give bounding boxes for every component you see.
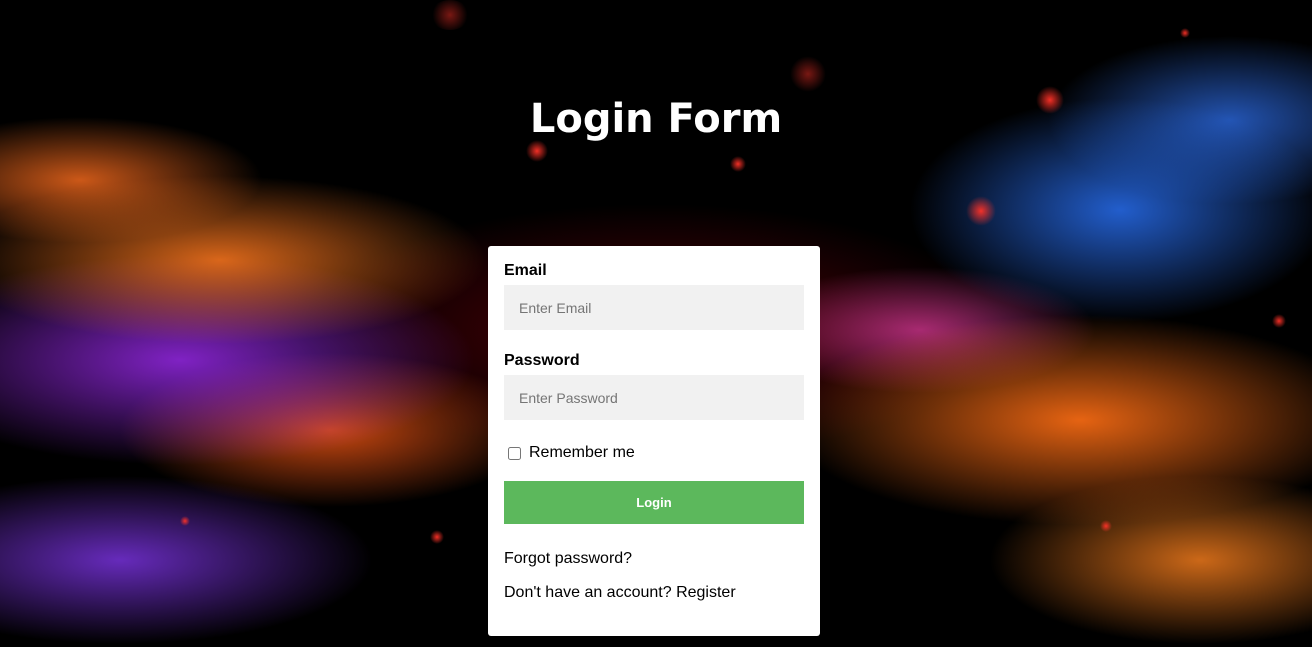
page-title: Login Form [529, 96, 783, 142]
ember [1100, 520, 1112, 532]
ember [1272, 314, 1286, 328]
password-label: Password [504, 352, 580, 369]
ember [966, 196, 996, 226]
email-field[interactable] [504, 285, 804, 330]
remember-checkbox[interactable] [508, 446, 521, 460]
register-prompt: Don't have an account? [504, 584, 677, 601]
ember [526, 140, 548, 162]
email-label: Email [504, 262, 547, 279]
ember [430, 0, 470, 30]
register-link[interactable]: Register [676, 584, 736, 601]
register-row: Don't have an account? Register [504, 584, 804, 602]
remember-row: Remember me [504, 442, 804, 464]
remember-label: Remember me [529, 444, 635, 461]
forgot-password-row: Forgot password? [504, 550, 804, 568]
login-card: Email Password Remember me Login Forgot … [488, 246, 820, 636]
forgot-password-link[interactable]: Forgot password? [504, 550, 632, 567]
ember [430, 530, 444, 544]
ember [790, 56, 826, 92]
ember [1180, 28, 1190, 38]
login-button[interactable]: Login [504, 481, 804, 524]
password-field[interactable] [504, 375, 804, 420]
ember [180, 516, 190, 526]
ember [730, 156, 746, 172]
